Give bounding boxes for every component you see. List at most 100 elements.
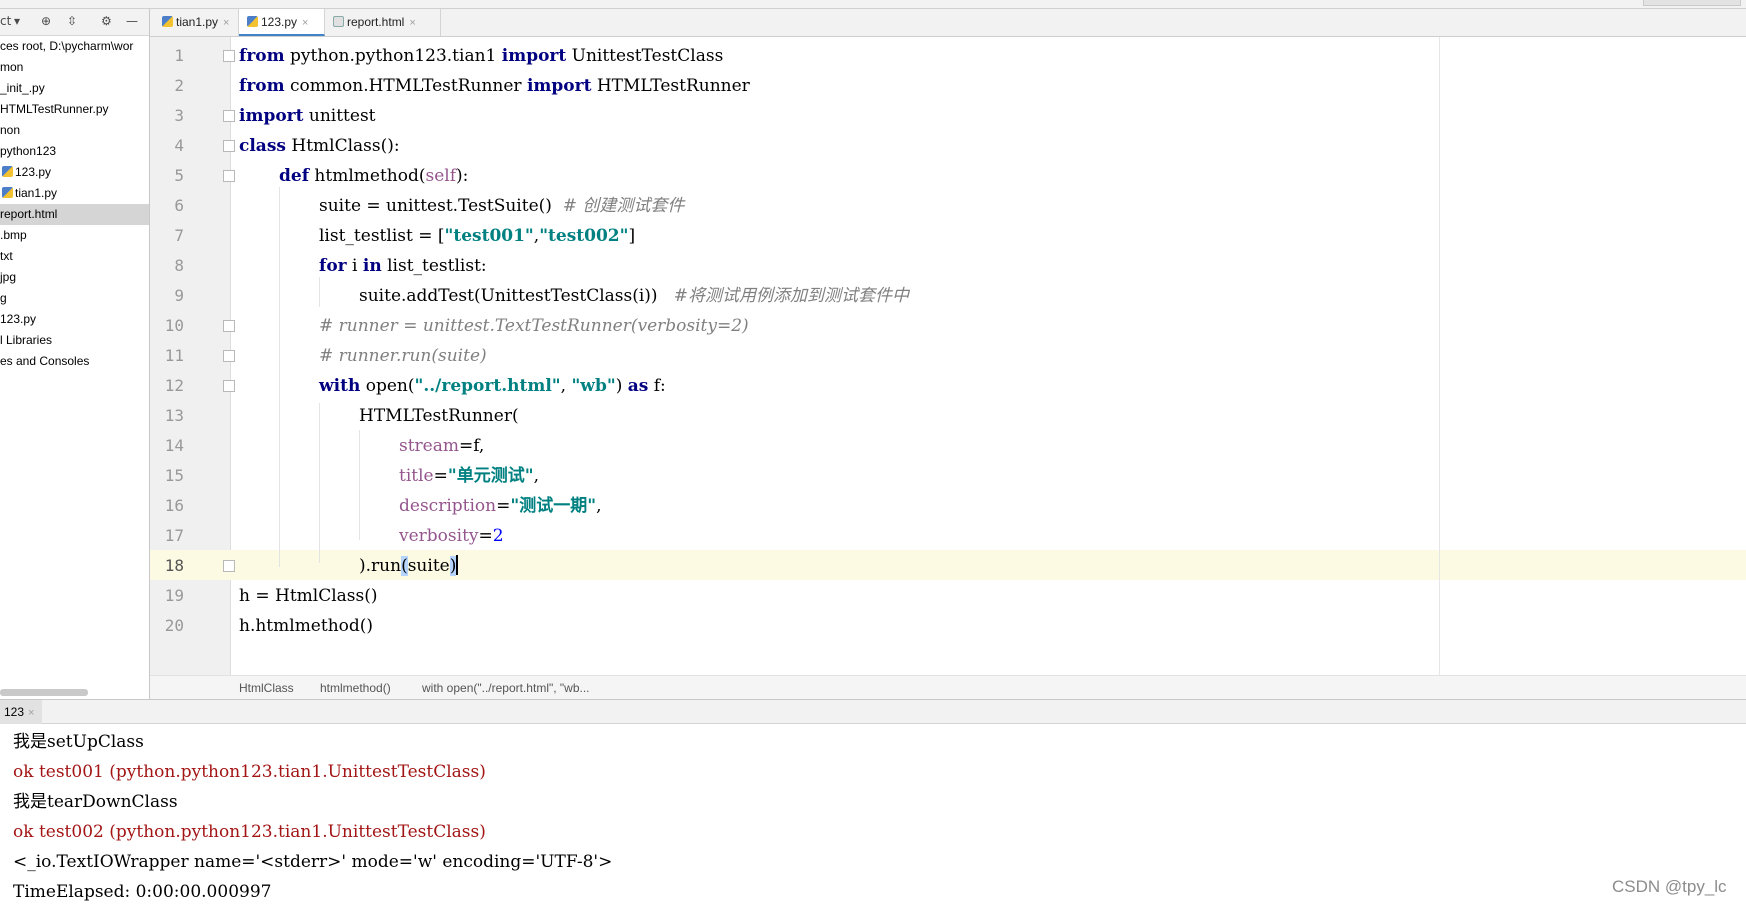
comment: # runner = unittest.TextTestRunner(verbo… bbox=[319, 316, 749, 336]
locate-icon[interactable]: ⊕ bbox=[41, 14, 51, 28]
breadcrumb-item[interactable]: HtmlClass bbox=[239, 681, 294, 695]
line-number: 2 bbox=[174, 76, 184, 95]
tree-item-python123[interactable]: python123 bbox=[0, 141, 149, 162]
code-text: open( bbox=[360, 376, 415, 396]
code-text: f: bbox=[648, 376, 666, 396]
tree-item-jpg[interactable]: jpg bbox=[0, 267, 149, 288]
tree-item-report-html[interactable]: report.html bbox=[0, 204, 149, 225]
code-line-2: from common.HTMLTestRunner import HTMLTe… bbox=[239, 71, 750, 101]
tab-tian1-py[interactable]: tian1.py × bbox=[154, 9, 239, 36]
tree-item-label: report.html bbox=[0, 207, 58, 221]
tab-report-html[interactable]: report.html × bbox=[325, 9, 441, 36]
text-caret bbox=[456, 555, 459, 575]
run-console[interactable]: 我是setUpClass ok test001 (python.python12… bbox=[0, 724, 1746, 907]
string-literal: "test002" bbox=[539, 226, 629, 246]
code-line-18: ).run(suite) bbox=[359, 551, 459, 581]
string-literal: "wb" bbox=[571, 376, 616, 396]
close-icon[interactable]: × bbox=[302, 17, 308, 29]
tree-item-bmp[interactable]: .bmp bbox=[0, 225, 149, 246]
code-text: i bbox=[346, 256, 363, 276]
fold-marker[interactable] bbox=[223, 170, 235, 182]
code-text: , bbox=[533, 466, 539, 486]
matched-paren: ( bbox=[401, 556, 408, 576]
close-icon[interactable]: × bbox=[409, 17, 415, 29]
fold-marker[interactable] bbox=[223, 380, 235, 392]
tree-item-scratches-consoles[interactable]: es and Consoles bbox=[0, 351, 149, 372]
sidebar-horizontal-scrollbar[interactable] bbox=[0, 689, 88, 696]
code-text: list_testlist: bbox=[381, 256, 487, 276]
tree-item-123-py-root[interactable]: 123.py bbox=[0, 309, 149, 330]
line-number: 13 bbox=[164, 406, 184, 425]
tree-item-txt[interactable]: txt bbox=[0, 246, 149, 267]
tree-item-init-py[interactable]: _init_.py bbox=[0, 78, 149, 99]
code-line-9: suite.addTest(UnittestTestClass(i)) #将测试… bbox=[359, 281, 909, 311]
tree-item-g[interactable]: g bbox=[0, 288, 149, 309]
line-number: 3 bbox=[174, 106, 184, 125]
fold-marker[interactable] bbox=[223, 50, 235, 62]
code-line-13: HTMLTestRunner( bbox=[359, 401, 519, 431]
line-number: 18 bbox=[164, 556, 184, 575]
run-tab[interactable]: 123 × bbox=[0, 700, 43, 724]
code-text: unittest bbox=[303, 106, 376, 126]
code-text: htmlmethod( bbox=[309, 166, 426, 186]
fold-marker[interactable] bbox=[223, 140, 235, 152]
hide-panel-icon[interactable]: — bbox=[126, 14, 138, 28]
indent-guide bbox=[319, 277, 320, 307]
parameter-name: stream bbox=[399, 436, 459, 456]
tree-item-content-root[interactable]: ces root, D:\pycharm\wor bbox=[0, 36, 149, 57]
code-text: HTMLTestRunner bbox=[591, 76, 750, 96]
code-text: = bbox=[478, 526, 493, 546]
code-line-8: for i in list_testlist: bbox=[319, 251, 487, 281]
indent-guide bbox=[279, 187, 280, 567]
code-line-5: def htmlmethod(self): bbox=[279, 161, 468, 191]
tree-item-label: _init_.py bbox=[0, 81, 45, 95]
code-text: h.htmlmethod() bbox=[239, 616, 374, 636]
breadcrumb-item[interactable]: htmlmethod() bbox=[320, 681, 391, 695]
keyword: for bbox=[319, 256, 347, 276]
parameter-name: description bbox=[399, 496, 497, 516]
fold-marker[interactable] bbox=[223, 560, 235, 572]
code-line-20: h.htmlmethod() bbox=[239, 611, 373, 641]
gear-icon[interactable]: ⚙ bbox=[101, 14, 112, 28]
window-control-stub[interactable] bbox=[1643, 0, 1741, 6]
tree-item-common[interactable]: mon bbox=[0, 57, 149, 78]
code-text: h = HtmlClass() bbox=[239, 586, 378, 606]
fold-marker[interactable] bbox=[223, 350, 235, 362]
tree-item-python[interactable]: non bbox=[0, 120, 149, 141]
python-file-icon bbox=[247, 16, 258, 27]
view-dropdown-icon[interactable]: ▾ bbox=[14, 14, 20, 28]
tree-item-tian1-py[interactable]: tian1.py bbox=[0, 183, 149, 204]
tree-item-label: 123.py bbox=[0, 312, 37, 326]
tree-item-label: ces root, D:\pycharm\wor bbox=[0, 39, 134, 53]
close-icon[interactable]: × bbox=[28, 707, 34, 719]
line-number: 9 bbox=[174, 286, 184, 305]
breadcrumb-item[interactable]: with open("../report.html", "wb... bbox=[422, 681, 590, 695]
project-view-label[interactable]: ct bbox=[0, 14, 11, 28]
line-number: 10 bbox=[164, 316, 184, 335]
tree-item-label: mon bbox=[0, 60, 24, 74]
run-panel-header: 123 × bbox=[0, 699, 1746, 724]
tree-item-htmltestrunner-py[interactable]: HTMLTestRunner.py bbox=[0, 99, 149, 120]
tree-item-label: non bbox=[0, 123, 21, 137]
collapse-all-icon[interactable]: ⇳ bbox=[67, 14, 77, 28]
tab-123-py[interactable]: 123.py × bbox=[239, 9, 325, 36]
tree-item-123-py[interactable]: 123.py bbox=[0, 162, 149, 183]
line-number: 4 bbox=[174, 136, 184, 155]
fold-marker[interactable] bbox=[223, 320, 235, 332]
line-number: 20 bbox=[164, 616, 184, 635]
matched-paren: ) bbox=[449, 556, 457, 576]
tree-item-external-libraries[interactable]: l Libraries bbox=[0, 330, 149, 351]
code-line-1: from python.python123.tian1 import Unitt… bbox=[239, 41, 723, 71]
code-line-16: description="测试一期", bbox=[399, 491, 601, 521]
html-file-icon bbox=[333, 16, 344, 27]
line-number: 14 bbox=[164, 436, 184, 455]
comment: #将测试用例添加到测试套件中 bbox=[673, 286, 910, 306]
close-icon[interactable]: × bbox=[223, 17, 229, 29]
fold-marker[interactable] bbox=[223, 110, 235, 122]
code-text: = bbox=[433, 466, 448, 486]
code-text: ).run bbox=[359, 556, 402, 576]
comment: # runner.run(suite) bbox=[319, 346, 487, 366]
tab-label: tian1.py bbox=[176, 15, 219, 29]
code-text: python.python123.tian1 bbox=[284, 46, 502, 66]
tree-item-label: python123 bbox=[0, 144, 57, 158]
